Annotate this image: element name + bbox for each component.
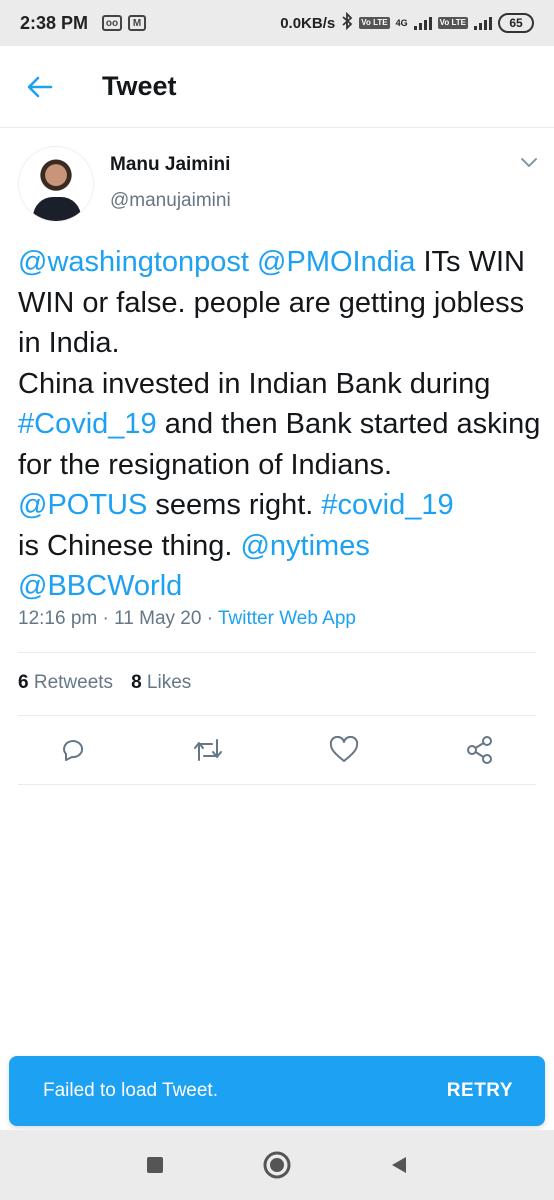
meta-separator: · — [97, 608, 115, 629]
tweet-text-segment: is Chinese thing. — [18, 529, 233, 562]
signal-icon-2 — [474, 16, 492, 30]
gmail-icon: M — [128, 15, 147, 31]
tweet-date: 11 May 20 — [114, 608, 202, 629]
tweet-stats: 6 Retweets 8 Likes — [18, 672, 191, 694]
hashtag-link[interactable]: #covid_19 — [321, 489, 453, 521]
back-arrow-icon — [27, 76, 53, 97]
divider — [18, 652, 536, 653]
back-button[interactable] — [0, 46, 80, 128]
bluetooth-icon — [341, 11, 353, 34]
share-button[interactable] — [464, 734, 496, 766]
author-handle[interactable]: @manujaimini — [110, 190, 231, 212]
mention-link[interactable]: @PMOIndia — [257, 246, 415, 278]
likes-count: 8 — [131, 672, 142, 693]
likes-label: Likes — [146, 672, 192, 693]
mention-link[interactable]: @washingtonpost — [18, 246, 249, 278]
retweet-button[interactable] — [192, 734, 224, 766]
share-icon — [467, 736, 492, 764]
tweet-actions — [18, 725, 536, 775]
volte-badge-1: Vo LTE — [359, 17, 390, 29]
mention-link[interactable]: @POTUS — [18, 489, 147, 521]
retweet-icon — [194, 739, 222, 761]
back-nav-button[interactable] — [384, 1150, 414, 1180]
error-snackbar: Failed to load Tweet. RETRY — [9, 1056, 545, 1126]
retweets-label: Retweets — [33, 672, 114, 693]
triangle-back-icon — [392, 1157, 406, 1173]
system-nav-bar — [0, 1130, 554, 1200]
snackbar-message: Failed to load Tweet. — [43, 1080, 218, 1101]
like-button[interactable] — [328, 734, 360, 766]
app-header: Tweet — [0, 46, 554, 128]
tweet-text-segment — [249, 246, 257, 278]
home-button[interactable] — [262, 1150, 292, 1180]
retweets-count: 6 — [18, 672, 29, 693]
tweet-time: 12:16 pm — [18, 608, 98, 629]
reply-icon — [63, 740, 84, 761]
retweets-stat[interactable]: 6 Retweets — [18, 672, 113, 694]
circle-icon — [263, 1151, 291, 1179]
tweet-source-link[interactable]: Twitter Web App — [218, 608, 356, 629]
battery-icon: 65 — [498, 13, 534, 33]
author-name[interactable]: Manu Jaimini — [110, 154, 231, 176]
status-bar: 2:38 PM oo M 0.0KB/s Vo LTE 4G Vo LTE 65 — [0, 0, 554, 46]
reply-button[interactable] — [56, 734, 88, 766]
hashtag-link[interactable]: #Covid_19 — [18, 408, 157, 440]
meta-separator: · — [201, 608, 218, 629]
voicemail-icon: oo — [102, 15, 123, 31]
chevron-down-icon — [521, 158, 537, 167]
divider — [18, 715, 536, 716]
page-title: Tweet — [102, 71, 177, 101]
status-time: 2:38 PM — [20, 12, 89, 33]
retry-button[interactable]: RETRY — [447, 1080, 513, 1102]
mention-link[interactable]: @nytimes — [240, 530, 369, 562]
recents-button[interactable] — [140, 1150, 170, 1180]
signal-icon-1 — [413, 16, 432, 30]
tweet-text-segment: seems right. — [147, 489, 322, 521]
tweet-text: @washingtonpost @PMOIndia ITs WIN WIN or… — [18, 242, 542, 607]
tweet-meta: 12:16 pm · 11 May 20 · Twitter Web App — [18, 608, 356, 630]
volte-badge-2: Vo LTE — [437, 17, 468, 29]
likes-stat[interactable]: 8 Likes — [131, 672, 191, 694]
square-icon — [147, 1157, 163, 1173]
tweet-author: Manu Jaimini @manujaimini — [18, 146, 538, 226]
network-speed: 0.0KB/s — [280, 14, 336, 32]
avatar[interactable] — [18, 146, 94, 222]
divider — [18, 784, 536, 785]
heart-icon — [329, 736, 359, 762]
status-right: 0.0KB/s Vo LTE 4G Vo LTE 65 — [280, 11, 534, 34]
mention-link[interactable]: @BBCWorld — [18, 570, 182, 602]
network-type: 4G — [395, 18, 408, 28]
tweet-menu-button[interactable] — [520, 156, 538, 174]
author-text: Manu Jaimini @manujaimini — [110, 154, 231, 212]
